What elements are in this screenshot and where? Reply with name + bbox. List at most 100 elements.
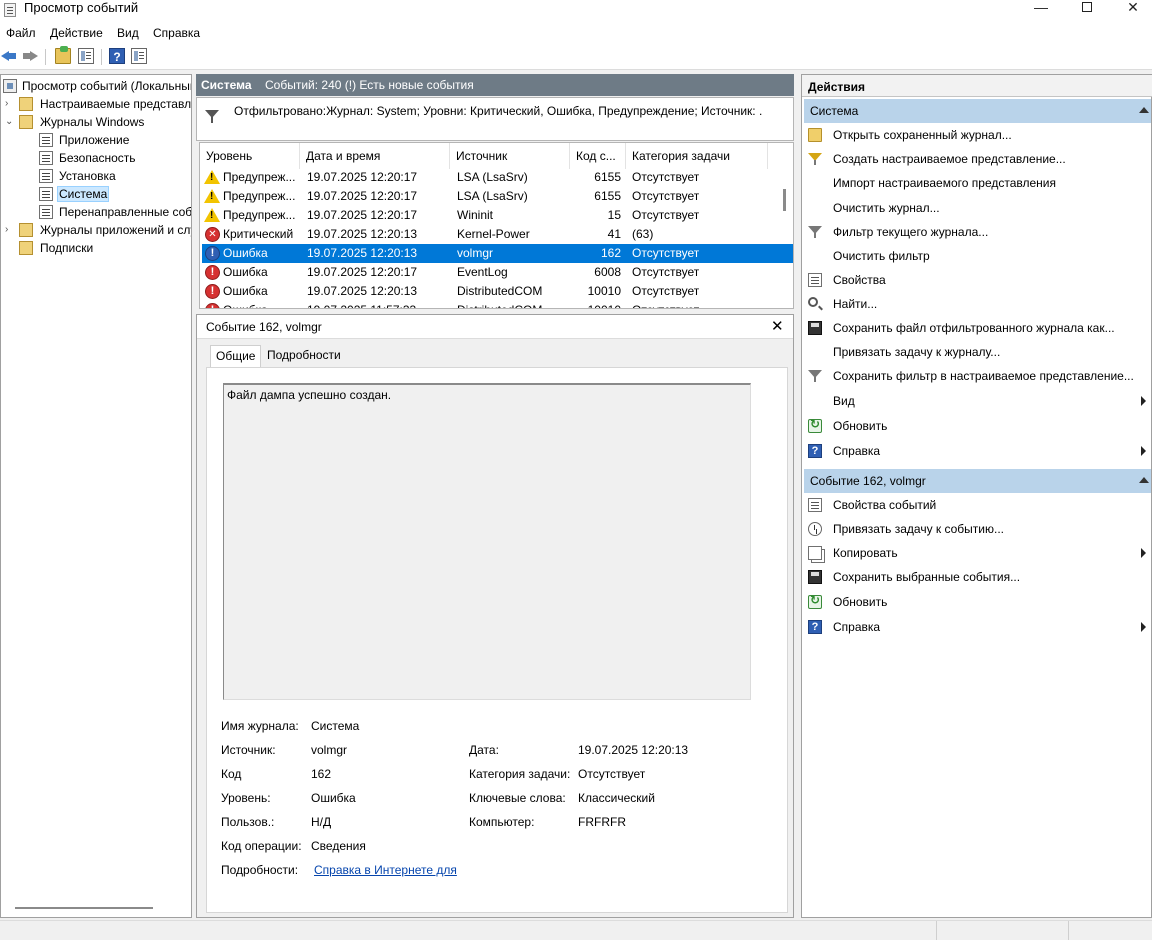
- cell-level: Предупреж...: [223, 189, 296, 203]
- events-table: Уровень Дата и время Источник Код с... К…: [199, 142, 794, 309]
- action-refresh-event[interactable]: Обновить: [802, 590, 1151, 614]
- tree-item-subscriptions[interactable]: Подписки: [19, 239, 95, 257]
- action-label: Очистить фильтр: [833, 249, 930, 263]
- properties-icon: [808, 273, 822, 287]
- action-label: Вид: [833, 394, 855, 408]
- table-row[interactable]: Предупреж... 19.07.2025 12:20:17 LSA (Ls…: [202, 187, 793, 206]
- collapse-up-icon[interactable]: [1139, 477, 1149, 483]
- action-attach-task-to-event[interactable]: Привязать задачу к событию...: [802, 517, 1151, 541]
- cell-code: 162: [600, 246, 621, 260]
- up-folder-icon[interactable]: [55, 46, 71, 64]
- help-icon[interactable]: ?: [109, 48, 125, 64]
- action-clear-filter[interactable]: Очистить фильтр: [802, 244, 1151, 268]
- action-clear-log[interactable]: Очистить журнал...: [802, 196, 1151, 220]
- action-copy[interactable]: Копировать: [802, 541, 1151, 565]
- show-hide-action-pane-icon[interactable]: [131, 48, 147, 64]
- action-help[interactable]: ? Справка: [802, 439, 1151, 463]
- action-view[interactable]: Вид: [802, 389, 1151, 413]
- folder-icon: [19, 223, 33, 237]
- tree-item-windows-logs[interactable]: ⌄ Журналы Windows: [5, 113, 146, 131]
- actions-section-event[interactable]: Событие 162, volmgr: [804, 469, 1151, 493]
- tree-item-setup[interactable]: Установка: [39, 167, 118, 185]
- menu-view[interactable]: Вид: [117, 26, 139, 40]
- action-save-filter-to-view[interactable]: Сохранить фильтр в настраиваемое предста…: [802, 364, 1151, 388]
- column-header-source[interactable]: Источник: [450, 143, 570, 169]
- center-header: Система Событий: 240 (!) Есть новые собы…: [196, 74, 794, 96]
- status-divider: [936, 921, 937, 940]
- submenu-arrow-icon: [1141, 548, 1146, 558]
- menu-action[interactable]: Действие: [50, 26, 103, 40]
- column-header-code[interactable]: Код с...: [570, 143, 626, 169]
- minimize-button[interactable]: —: [1018, 0, 1064, 16]
- tab-details[interactable]: Подробности: [262, 345, 346, 367]
- action-properties[interactable]: Свойства: [802, 268, 1151, 292]
- horizontal-scrollbar[interactable]: [15, 907, 153, 909]
- log-icon: [39, 205, 53, 219]
- event-detail-pane: Событие 162, volmgr ✕ Общие Подробности …: [196, 314, 794, 918]
- expand-chevron-icon[interactable]: ›: [5, 221, 15, 239]
- value-code: 162: [311, 767, 332, 781]
- value-opcode: Сведения: [311, 839, 366, 853]
- cell-level: Ошибка: [223, 246, 268, 260]
- table-row[interactable]: Предупреж... 19.07.2025 12:20:17 LSA (Ls…: [202, 168, 793, 187]
- action-attach-task-to-log[interactable]: Привязать задачу к журналу...: [802, 340, 1151, 364]
- tree-item-app-logs[interactable]: › Журналы приложений и служб: [5, 221, 191, 239]
- log-icon: [39, 151, 53, 165]
- table-row[interactable]: ! Ошибка 19.07.2025 11:57:33 Distributed…: [202, 301, 793, 308]
- maximize-button[interactable]: [1064, 0, 1110, 16]
- critical-icon: ✕: [205, 227, 220, 242]
- expand-chevron-icon[interactable]: ›: [5, 95, 15, 113]
- value-source: volmgr: [311, 743, 348, 757]
- table-row-selected[interactable]: ! Ошибка 19.07.2025 12:20:13 volmgr 162 …: [202, 244, 793, 263]
- event-description-box[interactable]: Файл дампа успешно создан.: [223, 383, 751, 700]
- tab-general[interactable]: Общие: [210, 345, 262, 368]
- column-header-date[interactable]: Дата и время: [300, 143, 450, 169]
- action-create-custom-view[interactable]: Создать настраиваемое представление...: [802, 147, 1151, 171]
- error-icon: !: [205, 303, 220, 308]
- online-help-link[interactable]: Справка в Интернете для: [314, 863, 457, 877]
- close-icon[interactable]: ✕: [771, 317, 784, 335]
- tree-label: Просмотр событий (Локальный): [22, 79, 192, 93]
- tree-item-application[interactable]: Приложение: [39, 131, 131, 149]
- action-filter-current-log[interactable]: Фильтр текущего журнала...: [802, 220, 1151, 244]
- table-row[interactable]: ! Ошибка 19.07.2025 12:20:13 Distributed…: [202, 282, 793, 301]
- table-row[interactable]: Предупреж... 19.07.2025 12:20:17 Wininit…: [202, 206, 793, 225]
- tree-item-system[interactable]: Система: [39, 185, 110, 203]
- back-arrow-icon[interactable]: [1, 48, 17, 64]
- action-refresh[interactable]: Обновить: [802, 414, 1151, 438]
- collapse-up-icon[interactable]: [1139, 107, 1149, 113]
- action-save-filtered-log[interactable]: Сохранить файл отфильтрованного журнала …: [802, 316, 1151, 340]
- vertical-scrollbar[interactable]: [783, 189, 786, 211]
- tree-item-custom-views[interactable]: › Настраиваемые представления: [5, 95, 191, 113]
- show-hide-tree-icon[interactable]: [78, 48, 94, 64]
- column-header-level[interactable]: Уровень: [200, 143, 300, 169]
- tree-item-forwarded-events[interactable]: Перенаправленные события: [39, 203, 191, 221]
- log-icon: [39, 169, 53, 183]
- value-user: Н/Д: [311, 815, 332, 829]
- action-save-selected-events[interactable]: Сохранить выбранные события...: [802, 565, 1151, 589]
- help-icon: ?: [808, 620, 822, 634]
- menu-file[interactable]: Файл: [6, 26, 36, 40]
- forward-arrow-icon[interactable]: [22, 48, 38, 64]
- table-row[interactable]: ! Ошибка 19.07.2025 12:20:17 EventLog 60…: [202, 263, 793, 282]
- table-row[interactable]: ✕ Критический 19.07.2025 12:20:13 Kernel…: [202, 225, 793, 244]
- action-import-custom-view[interactable]: Импорт настраиваемого представления: [802, 171, 1151, 195]
- action-find[interactable]: Найти...: [802, 292, 1151, 316]
- error-icon: !: [205, 284, 220, 299]
- close-button[interactable]: ✕: [1110, 0, 1152, 16]
- action-open-saved-log[interactable]: Открыть сохраненный журнал...: [802, 123, 1151, 147]
- menu-help[interactable]: Справка: [153, 26, 200, 40]
- action-event-properties[interactable]: Свойства событий: [802, 493, 1151, 517]
- value-task-category: Отсутствует: [578, 767, 646, 781]
- create-view-icon: [808, 152, 822, 166]
- tree-item-security[interactable]: Безопасность: [39, 149, 138, 167]
- help-icon: ?: [808, 444, 822, 458]
- action-label: Открыть сохраненный журнал...: [833, 128, 1012, 142]
- actions-section-system[interactable]: Система: [804, 99, 1151, 123]
- event-description: Файл дампа успешно создан.: [227, 388, 392, 402]
- cell-date: 19.07.2025 12:20:17: [307, 189, 418, 203]
- collapse-chevron-icon[interactable]: ⌄: [5, 113, 15, 131]
- action-help-event[interactable]: ? Справка: [802, 615, 1151, 639]
- tree-item-root[interactable]: Просмотр событий (Локальный): [3, 77, 192, 95]
- column-header-category[interactable]: Категория задачи: [626, 143, 768, 169]
